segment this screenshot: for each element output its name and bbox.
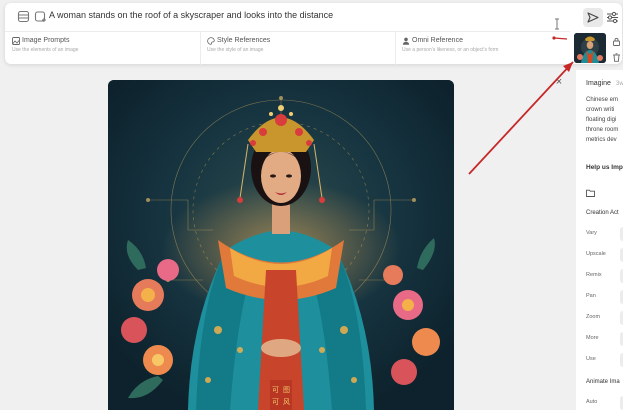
lock-icon[interactable] bbox=[612, 37, 621, 46]
generated-image[interactable]: 可 图 可 风 bbox=[108, 80, 454, 410]
add-image-icon[interactable] bbox=[34, 10, 47, 23]
description-line: metrics dev bbox=[586, 137, 617, 143]
seal-character: 可 bbox=[272, 386, 279, 394]
settings-sliders-icon[interactable] bbox=[606, 11, 619, 24]
trash-icon[interactable] bbox=[612, 53, 621, 62]
description-line: crown writi bbox=[586, 107, 615, 113]
animate-heading: Animate Ima bbox=[586, 379, 620, 385]
close-button[interactable]: × bbox=[554, 77, 564, 88]
empress-portrait-illustration: 可 图 可 风 bbox=[108, 80, 454, 410]
image-icon bbox=[12, 37, 20, 45]
creation-actions-heading: Creation Act bbox=[586, 210, 619, 216]
omni-reference-thumbnail[interactable] bbox=[574, 33, 606, 63]
prompt-bar: A woman stands on the roof of a skyscrap… bbox=[5, 3, 622, 30]
send-icon bbox=[587, 12, 599, 23]
action-pan-label: Pan bbox=[586, 293, 596, 299]
action-remix-label: Remix bbox=[586, 272, 602, 278]
description-line: throne room bbox=[586, 127, 619, 133]
omni-reference-slot[interactable]: Omni Reference Use a person's likeness, … bbox=[395, 32, 570, 65]
omni-reference-subtitle: Use a person's likeness, or an object's … bbox=[402, 47, 499, 53]
image-prompts-slot[interactable]: Image Prompts Use the elements of an ima… bbox=[5, 32, 201, 65]
seal-character: 图 bbox=[283, 386, 290, 394]
image-prompts-title: Image Prompts bbox=[22, 37, 70, 44]
reference-portrait-image bbox=[574, 33, 606, 63]
action-more-label: More bbox=[586, 335, 599, 341]
action-use-label: Use bbox=[586, 356, 596, 362]
omni-reference-title: Omni Reference bbox=[412, 37, 463, 44]
prompt-panel: A woman stands on the roof of a skyscrap… bbox=[5, 3, 622, 65]
style-references-title: Style References bbox=[217, 37, 271, 44]
seal-character: 可 bbox=[272, 398, 279, 406]
prompt-input[interactable]: A woman stands on the roof of a skyscrap… bbox=[49, 10, 333, 20]
action-zoom-label: Zoom bbox=[586, 314, 601, 320]
image-prompts-subtitle: Use the elements of an image bbox=[12, 47, 79, 53]
text-cursor-icon bbox=[555, 18, 559, 30]
description-line: floating digi bbox=[586, 117, 617, 123]
submit-button[interactable] bbox=[583, 8, 603, 27]
details-panel: Imagine 3w Chinese em crown writi floati… bbox=[576, 70, 623, 410]
person-icon bbox=[402, 37, 410, 45]
folder-icon[interactable] bbox=[586, 189, 595, 197]
palette-icon bbox=[207, 37, 215, 45]
style-references-slot[interactable]: Style References Use the style of an ima… bbox=[200, 32, 396, 65]
details-age: 3w bbox=[616, 81, 623, 87]
style-references-subtitle: Use the style of an image bbox=[207, 47, 264, 53]
help-heading: Help us Imp bbox=[586, 164, 623, 171]
prompt-description: Chinese em crown writi floating digi thr… bbox=[586, 95, 623, 145]
image-grid-icon[interactable] bbox=[17, 10, 30, 23]
details-title: Imagine bbox=[586, 80, 611, 87]
animate-auto-label: Auto bbox=[586, 399, 598, 405]
description-line: Chinese em bbox=[586, 97, 619, 103]
action-upscale-label: Upscale bbox=[586, 251, 606, 257]
seal-character: 风 bbox=[283, 398, 290, 406]
reference-row: Image Prompts Use the elements of an ima… bbox=[5, 31, 570, 65]
action-vary-label: Vary bbox=[586, 230, 597, 236]
